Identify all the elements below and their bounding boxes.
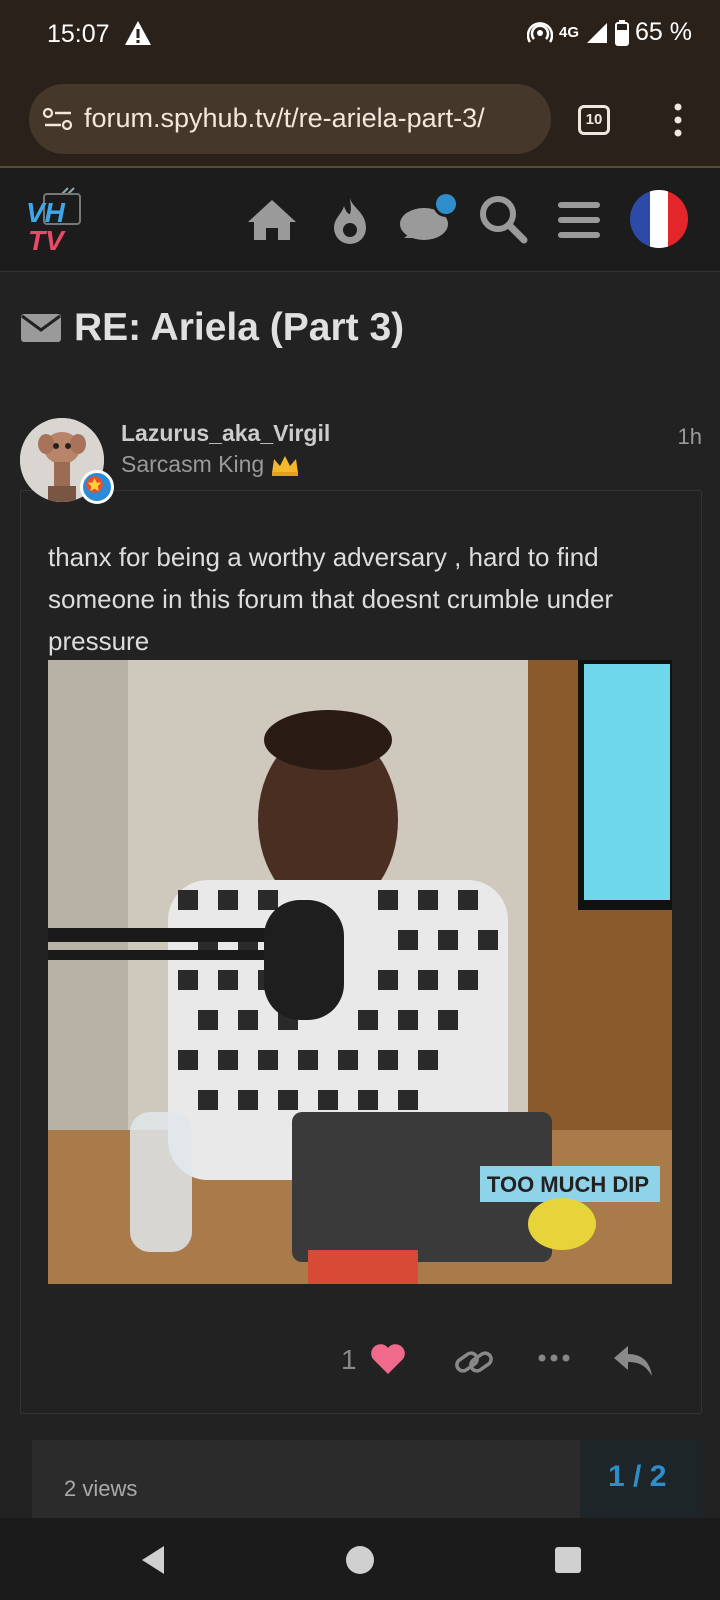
crown-icon [272,455,299,476]
topic-title: RE: Ariela (Part 3) [20,306,404,350]
recents-icon[interactable] [550,1542,586,1578]
tab-switcher-button[interactable]: 10 [578,105,610,135]
post-time[interactable]: 1h [678,424,702,450]
post-user-title: Sarcasm King [121,451,300,478]
chat-icon[interactable] [398,192,462,248]
more-options-icon[interactable] [668,102,688,138]
logo-vh-text: VH [26,197,66,228]
search-icon[interactable] [476,192,532,248]
user-badge-icon [80,470,114,504]
post-username[interactable]: Lazurus_aka_Virgil [121,420,330,447]
network-type: 4G [559,24,580,41]
battery-icon [615,19,630,46]
topic-progress-bar[interactable]: 2 views 1 / 2 [32,1440,702,1518]
menu-icon[interactable] [552,192,608,248]
status-bar: 15:07 4G 65 % [0,0,720,72]
post-body-text: thanx for being a worthy adversary , har… [48,542,614,656]
warning-icon [125,21,151,45]
logo-tv-text: TV [28,225,66,256]
site-settings-icon[interactable] [43,108,73,130]
hot-topics-icon[interactable] [322,192,378,248]
status-time: 15:07 [47,20,110,48]
back-icon[interactable] [136,1542,172,1578]
user-title-text: Sarcasm King [121,451,265,477]
envelope-icon [21,314,61,342]
address-bar[interactable]: forum.spyhub.tv/t/re-ariela-part-3/ [29,84,551,154]
heart-icon[interactable] [368,1338,408,1378]
like-count: 1 [341,1344,357,1375]
post-image[interactable]: TOO MUCH DIP [48,660,672,1284]
home-icon[interactable] [244,192,300,248]
battery-percent: 65 % [635,18,692,46]
url-text[interactable]: forum.spyhub.tv/t/re-ariela-part-3/ [84,103,544,134]
more-icon[interactable] [532,1340,576,1384]
signal-icon [587,22,608,43]
browser-toolbar: forum.spyhub.tv/t/re-ariela-part-3/ 10 [0,72,720,168]
android-nav-bar [0,1518,720,1600]
reply-icon[interactable] [612,1340,656,1384]
image-caption-text: TOO MUCH DIP [487,1172,649,1197]
pager-text: 1 / 2 [608,1460,667,1493]
post-actions: 1 [0,1340,720,1390]
language-flag-icon[interactable] [628,188,690,250]
topic-title-text: RE: Ariela (Part 3) [74,306,405,349]
site-logo[interactable]: VH TV [24,186,84,256]
hotspot-icon [527,21,553,43]
site-header: VH TV [0,168,720,272]
post-pager[interactable]: 1 / 2 [580,1440,702,1518]
view-count: 2 views [64,1476,138,1501]
link-icon[interactable] [452,1340,496,1384]
home-nav-icon[interactable] [342,1542,378,1578]
status-right-group: 4G 65 % [527,18,692,47]
